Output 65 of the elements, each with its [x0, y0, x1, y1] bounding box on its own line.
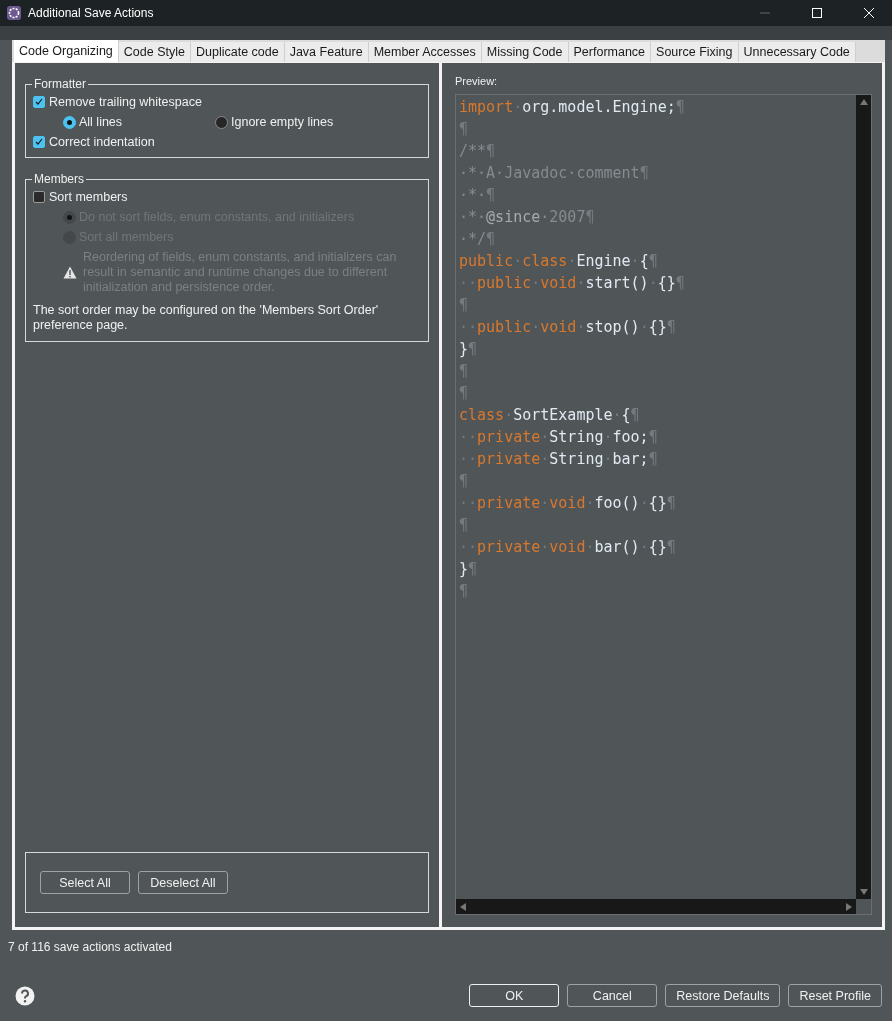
dialog-button[interactable]: Restore Defaults	[665, 984, 781, 1007]
status-text: 7 of 116 save actions activated	[8, 940, 173, 956]
radio-button[interactable]	[63, 115, 76, 129]
code-line: ··public·void·stop()·{}¶	[459, 317, 677, 338]
code-line: import·org.model.Engine;¶	[459, 97, 686, 118]
code-line: ¶	[459, 471, 470, 492]
code-line: ¶	[459, 581, 470, 602]
scroll-up-icon[interactable]	[859, 99, 868, 105]
checkbox-label: Sort members	[49, 190, 128, 204]
code-line: ·*·A·Javadoc·comment¶	[459, 163, 650, 184]
code-line: ··public·void·start()·{}¶	[459, 273, 686, 294]
scroll-down-icon[interactable]	[859, 889, 868, 895]
sort-order-note: The sort order may be configured on the 'Members Sort Order' preference page.	[33, 303, 380, 333]
preview-label: Preview:	[455, 75, 499, 87]
code-line: ¶	[459, 515, 470, 536]
app-icon	[6, 5, 22, 21]
tab[interactable]: Member Accesses	[368, 42, 482, 62]
radio-label: Ignore empty lines	[231, 115, 334, 129]
code-line: ··private·String·bar;¶	[459, 449, 659, 470]
code-line: /**¶	[459, 141, 497, 162]
radio-button[interactable]	[215, 115, 228, 129]
radio-label: All lines	[79, 115, 123, 129]
code-line: ¶	[459, 295, 470, 316]
warning-icon	[63, 266, 77, 279]
code-line: ·*·@since·2007¶	[459, 207, 596, 228]
code-line: ·*·¶	[459, 185, 497, 206]
dialog-button[interactable]: OK	[469, 984, 560, 1007]
code-line: }¶	[459, 559, 479, 580]
code-line: class·SortExample·{¶	[459, 405, 641, 426]
help-icon[interactable]	[15, 985, 35, 1006]
code-line: ¶	[459, 383, 470, 404]
tab[interactable]: Code Organizing	[14, 40, 119, 62]
selection-button[interactable]: Select All	[40, 871, 130, 894]
horizontal-scrollbar[interactable]	[456, 899, 856, 914]
scroll-left-icon[interactable]	[460, 902, 466, 911]
checkbox[interactable]	[33, 136, 45, 148]
group-title: Members	[33, 172, 85, 186]
tab[interactable]: Code Style	[118, 42, 191, 62]
tab[interactable]: Duplicate code	[190, 42, 285, 62]
close-icon[interactable]	[864, 8, 874, 18]
maximize-icon[interactable]	[812, 8, 822, 18]
checkbox[interactable]	[33, 96, 45, 108]
code-line: ¶	[459, 119, 470, 140]
tab[interactable]: Unnecessary Code	[738, 42, 856, 62]
code-line: ··private·String·foo;¶	[459, 427, 659, 448]
checkbox[interactable]	[33, 191, 45, 203]
code-line: ·*/¶	[459, 229, 497, 250]
dialog-button[interactable]: Cancel	[567, 984, 658, 1007]
code-line: }¶	[459, 339, 479, 360]
dialog-button[interactable]: Reset Profile	[788, 984, 882, 1007]
checkbox-label: Remove trailing whitespace	[49, 95, 202, 109]
tab[interactable]: Performance	[568, 42, 652, 62]
tab[interactable]: Missing Code	[481, 42, 569, 62]
tab[interactable]: Source Fixing	[651, 42, 739, 62]
group-title: Formatter	[33, 77, 87, 91]
code-line: ··private·void·foo()·{}¶	[459, 493, 677, 514]
tab[interactable]: Java Feature	[284, 42, 369, 62]
code-line: ¶	[459, 361, 470, 382]
window-title: Additional Save Actions	[28, 6, 155, 20]
selection-button[interactable]: Deselect All	[138, 871, 228, 894]
scroll-right-icon[interactable]	[846, 902, 852, 911]
checkbox-label: Correct indentation	[49, 135, 155, 149]
vertical-scrollbar[interactable]	[856, 95, 871, 899]
code-line: public·class·Engine·{¶	[459, 251, 659, 272]
code-line: ··private·void·bar()·{}¶	[459, 537, 677, 558]
